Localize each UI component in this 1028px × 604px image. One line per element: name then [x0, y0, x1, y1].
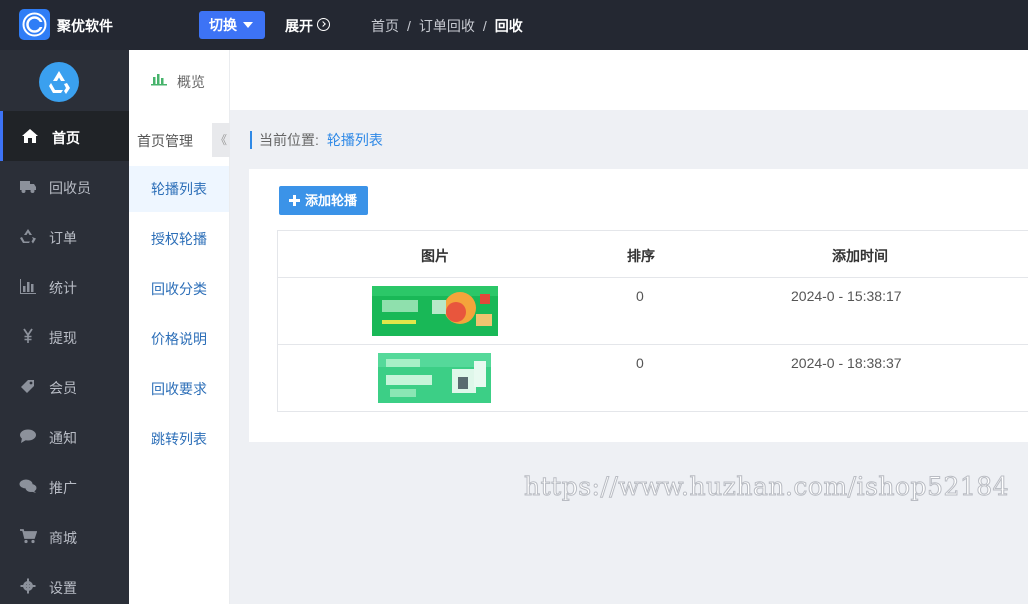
column-header-time: 添加时间	[832, 248, 888, 264]
brand-name: 聚优软件	[57, 18, 113, 34]
sidebar-item-orders[interactable]: 订单	[0, 211, 129, 261]
breadcrumb-current: 回收	[494, 18, 523, 34]
subnav-item-recycle-category[interactable]: 回收分类	[129, 266, 229, 312]
current-location: 当前位置: 轮播列表	[250, 131, 383, 149]
sidebar-item-label: 设置	[49, 580, 77, 596]
carousel-thumbnail[interactable]	[378, 353, 491, 403]
chat-icon	[20, 429, 36, 443]
collapse-icon[interactable]: 《	[212, 123, 230, 157]
sidebar-item-settings[interactable]: 设置	[0, 561, 129, 604]
location-current[interactable]: 轮播列表	[327, 132, 383, 148]
tag-icon	[21, 380, 34, 393]
overview-label: 概览	[177, 74, 205, 90]
recycle-logo-icon	[49, 71, 70, 94]
table-row: 0 2024-0 - 15:38:17	[278, 278, 1028, 345]
row-added-time: 2024-0 - 18:38:37	[791, 355, 902, 371]
sidebar-item-withdraw[interactable]: 提现	[0, 311, 129, 361]
carousel-table: 图片 排序 添加时间 0 2024-0 - 15:38:17 0 2024-0 …	[277, 230, 1028, 412]
overview-link[interactable]: 概览	[129, 50, 230, 110]
subnav-item-jump-list[interactable]: 跳转列表	[129, 416, 229, 462]
comments-icon	[19, 479, 37, 493]
caret-down-icon	[243, 22, 253, 28]
add-carousel-button[interactable]: 添加轮播	[279, 186, 368, 215]
sidebar-item-label: 会员	[49, 380, 77, 396]
breadcrumb-separator: /	[482, 18, 487, 34]
column-header-image: 图片	[421, 248, 449, 264]
switch-button[interactable]: 切换	[199, 11, 265, 39]
subnav-item-authorized-carousel[interactable]: 授权轮播	[129, 216, 229, 262]
cart-icon	[20, 529, 37, 544]
plus-icon	[289, 195, 300, 206]
breadcrumb-home[interactable]: 首页	[371, 18, 399, 34]
sidebar-item-home[interactable]: 首页	[0, 111, 129, 161]
subnav-item-carousel-list[interactable]: 轮播列表	[129, 166, 229, 212]
breadcrumb: 首页 / 订单回收 / 回收	[371, 16, 523, 36]
app-logo-icon	[19, 9, 50, 40]
sidebar-item-label: 首页	[52, 130, 80, 146]
sub-section-title: 首页管理	[137, 133, 193, 149]
subnav-item-recycle-requirements[interactable]: 回收要求	[129, 366, 229, 412]
bar-chart-icon	[151, 74, 167, 86]
sub-sidebar: 概览 首页管理 《 轮播列表 授权轮播 回收分类 价格说明 回收要求 跳转列表	[129, 50, 230, 604]
table-header: 图片 排序 添加时间	[278, 231, 1028, 278]
sidebar-item-promote[interactable]: 推广	[0, 461, 129, 511]
home-icon	[22, 129, 38, 143]
carousel-list-card: 添加轮播 图片 排序 添加时间 0 2024-0 - 15:38:17 0 20…	[249, 169, 1028, 442]
breadcrumb-separator: /	[407, 18, 411, 34]
sidebar-item-notice[interactable]: 通知	[0, 411, 129, 461]
sidebar-item-members[interactable]: 会员	[0, 361, 129, 411]
add-carousel-label: 添加轮播	[305, 193, 358, 208]
location-prefix: 当前位置:	[259, 132, 319, 148]
sidebar-item-label: 通知	[49, 430, 77, 446]
sidebar-item-recycler[interactable]: 回收员	[0, 161, 129, 211]
table-row: 0 2024-0 - 18:38:37	[278, 345, 1028, 412]
breadcrumb-order[interactable]: 订单回收	[419, 18, 475, 34]
sidebar-item-label: 回收员	[49, 180, 91, 196]
bar-chart-icon	[20, 279, 36, 294]
truck-icon	[20, 181, 36, 193]
expand-circle-icon[interactable]	[317, 18, 330, 31]
sidebar-item-mall[interactable]: 商城	[0, 511, 129, 561]
subnav-item-price-info[interactable]: 价格说明	[129, 316, 229, 362]
avatar[interactable]	[39, 62, 79, 102]
carousel-thumbnail[interactable]	[372, 286, 498, 336]
row-added-time: 2024-0 - 15:38:17	[791, 288, 902, 304]
switch-label: 切换	[209, 17, 237, 33]
sidebar-item-label: 提现	[49, 330, 77, 346]
sidebar-item-label: 统计	[49, 280, 77, 296]
expand-button[interactable]: 展开	[285, 16, 313, 36]
top-bar: 聚优软件 切换 展开 首页 / 订单回收 / 回收	[0, 0, 1028, 50]
row-sort-value: 0	[636, 355, 644, 371]
gear-icon	[20, 578, 36, 594]
sidebar-item-label: 推广	[49, 480, 77, 496]
recycle-icon	[20, 229, 36, 244]
sidebar-item-stats[interactable]: 统计	[0, 261, 129, 311]
column-header-sort: 排序	[627, 248, 655, 264]
row-sort-value: 0	[636, 288, 644, 304]
yen-icon	[23, 328, 33, 343]
main-sidebar: 首页 回收员 订单 统计 提现 会员 通知 推广 商城 设置	[0, 50, 129, 604]
watermark-text: https://www.huzhan.com/ishop52184	[523, 472, 1010, 502]
content-header	[230, 50, 1028, 110]
sidebar-item-label: 订单	[49, 230, 77, 246]
sidebar-item-label: 商城	[49, 530, 77, 546]
